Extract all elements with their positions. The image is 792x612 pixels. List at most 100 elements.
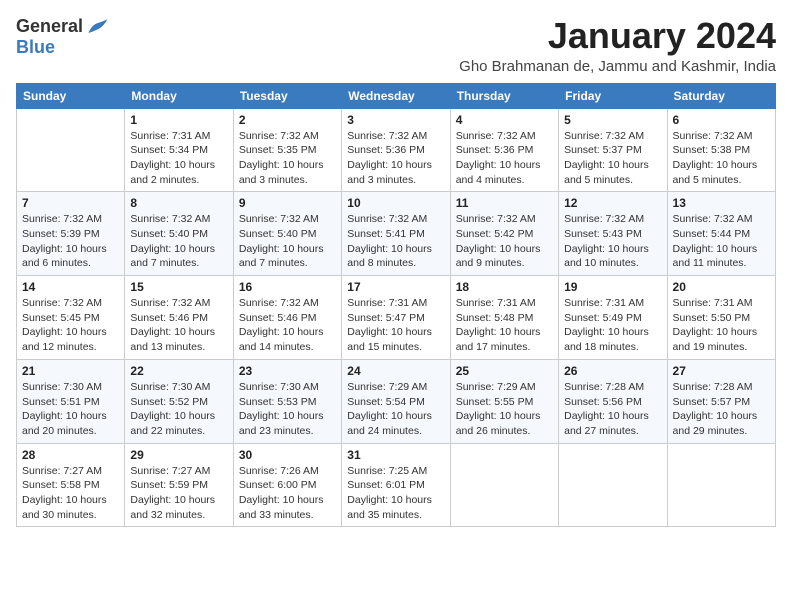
day-cell xyxy=(667,443,775,527)
day-cell: 17 Sunrise: 7:31 AM Sunset: 5:47 PM Dayli… xyxy=(342,276,450,360)
day-detail: Sunrise: 7:26 AM Sunset: 6:00 PM Dayligh… xyxy=(239,464,336,523)
day-cell: 1Sunrise: 7:31 AM Sunset: 5:34 PM Daylig… xyxy=(125,108,233,192)
day-detail: Sunrise: 7:25 AM Sunset: 6:01 PM Dayligh… xyxy=(347,464,444,523)
day-header-friday: Friday xyxy=(559,83,667,108)
day-cell: 14 Sunrise: 7:32 AM Sunset: 5:45 PM Dayli… xyxy=(17,276,125,360)
day-detail: Sunrise: 7:29 AM Sunset: 5:54 PM Dayligh… xyxy=(347,380,444,439)
day-cell xyxy=(559,443,667,527)
days-header-row: SundayMondayTuesdayWednesdayThursdayFrid… xyxy=(17,83,776,108)
day-number: 13 xyxy=(673,196,770,210)
day-detail: Sunrise: 7:32 AM Sunset: 5:38 PM Dayligh… xyxy=(673,129,770,188)
day-detail: Sunrise: 7:27 AM Sunset: 5:58 PM Dayligh… xyxy=(22,464,119,523)
day-cell: 22 Sunrise: 7:30 AM Sunset: 5:52 PM Dayli… xyxy=(125,359,233,443)
day-header-monday: Monday xyxy=(125,83,233,108)
day-detail: Sunrise: 7:32 AM Sunset: 5:46 PM Dayligh… xyxy=(130,296,227,355)
day-cell xyxy=(450,443,558,527)
day-cell: 15 Sunrise: 7:32 AM Sunset: 5:46 PM Dayli… xyxy=(125,276,233,360)
day-cell: 8 Sunrise: 7:32 AM Sunset: 5:40 PM Daylig… xyxy=(125,192,233,276)
day-number: 28 xyxy=(22,448,119,462)
day-detail: Sunrise: 7:32 AM Sunset: 5:39 PM Dayligh… xyxy=(22,212,119,271)
day-detail: Sunrise: 7:32 AM Sunset: 5:42 PM Dayligh… xyxy=(456,212,553,271)
day-number: 14 xyxy=(22,280,119,294)
day-cell: 7 Sunrise: 7:32 AM Sunset: 5:39 PM Daylig… xyxy=(17,192,125,276)
day-number: 19 xyxy=(564,280,661,294)
day-detail: Sunrise: 7:28 AM Sunset: 5:56 PM Dayligh… xyxy=(564,380,661,439)
day-cell: 27 Sunrise: 7:28 AM Sunset: 5:57 PM Dayli… xyxy=(667,359,775,443)
day-detail: Sunrise: 7:31 AM Sunset: 5:47 PM Dayligh… xyxy=(347,296,444,355)
day-number: 16 xyxy=(239,280,336,294)
day-cell: 29 Sunrise: 7:27 AM Sunset: 5:59 PM Dayli… xyxy=(125,443,233,527)
day-number: 29 xyxy=(130,448,227,462)
day-detail: Sunrise: 7:32 AM Sunset: 5:40 PM Dayligh… xyxy=(130,212,227,271)
day-cell: 20Sunrise: 7:31 AM Sunset: 5:50 PM Dayli… xyxy=(667,276,775,360)
day-number: 17 xyxy=(347,280,444,294)
day-number: 5 xyxy=(564,113,661,127)
day-detail: Sunrise: 7:31 AM Sunset: 5:49 PM Dayligh… xyxy=(564,296,661,355)
logo: General Blue xyxy=(16,16,109,58)
week-row-5: 28 Sunrise: 7:27 AM Sunset: 5:58 PM Dayli… xyxy=(17,443,776,527)
day-detail: Sunrise: 7:32 AM Sunset: 5:44 PM Dayligh… xyxy=(673,212,770,271)
day-cell: 11 Sunrise: 7:32 AM Sunset: 5:42 PM Dayli… xyxy=(450,192,558,276)
logo-general-text: General xyxy=(16,16,83,37)
day-cell: 9 Sunrise: 7:32 AM Sunset: 5:40 PM Daylig… xyxy=(233,192,341,276)
day-number: 22 xyxy=(130,364,227,378)
day-cell: 3Sunrise: 7:32 AM Sunset: 5:36 PM Daylig… xyxy=(342,108,450,192)
day-cell: 5Sunrise: 7:32 AM Sunset: 5:37 PM Daylig… xyxy=(559,108,667,192)
day-detail: Sunrise: 7:32 AM Sunset: 5:45 PM Dayligh… xyxy=(22,296,119,355)
day-detail: Sunrise: 7:32 AM Sunset: 5:40 PM Dayligh… xyxy=(239,212,336,271)
day-number: 7 xyxy=(22,196,119,210)
day-header-saturday: Saturday xyxy=(667,83,775,108)
week-row-2: 7 Sunrise: 7:32 AM Sunset: 5:39 PM Daylig… xyxy=(17,192,776,276)
day-number: 25 xyxy=(456,364,553,378)
day-detail: Sunrise: 7:31 AM Sunset: 5:48 PM Dayligh… xyxy=(456,296,553,355)
day-cell: 31 Sunrise: 7:25 AM Sunset: 6:01 PM Dayli… xyxy=(342,443,450,527)
day-number: 31 xyxy=(347,448,444,462)
day-detail: Sunrise: 7:29 AM Sunset: 5:55 PM Dayligh… xyxy=(456,380,553,439)
day-detail: Sunrise: 7:27 AM Sunset: 5:59 PM Dayligh… xyxy=(130,464,227,523)
day-cell: 2 Sunrise: 7:32 AM Sunset: 5:35 PM Daylig… xyxy=(233,108,341,192)
day-detail: Sunrise: 7:32 AM Sunset: 5:35 PM Dayligh… xyxy=(239,129,336,188)
day-cell: 30 Sunrise: 7:26 AM Sunset: 6:00 PM Dayli… xyxy=(233,443,341,527)
day-detail: Sunrise: 7:30 AM Sunset: 5:53 PM Dayligh… xyxy=(239,380,336,439)
calendar-table: SundayMondayTuesdayWednesdayThursdayFrid… xyxy=(16,83,776,528)
day-detail: Sunrise: 7:30 AM Sunset: 5:52 PM Dayligh… xyxy=(130,380,227,439)
day-number: 27 xyxy=(673,364,770,378)
title-area: January 2024 Gho Brahmanan de, Jammu and… xyxy=(459,16,776,75)
day-cell: 18Sunrise: 7:31 AM Sunset: 5:48 PM Dayli… xyxy=(450,276,558,360)
day-number: 4 xyxy=(456,113,553,127)
day-number: 23 xyxy=(239,364,336,378)
week-row-3: 14 Sunrise: 7:32 AM Sunset: 5:45 PM Dayli… xyxy=(17,276,776,360)
day-number: 9 xyxy=(239,196,336,210)
day-detail: Sunrise: 7:31 AM Sunset: 5:50 PM Dayligh… xyxy=(673,296,770,355)
day-header-sunday: Sunday xyxy=(17,83,125,108)
day-cell: 25 Sunrise: 7:29 AM Sunset: 5:55 PM Dayli… xyxy=(450,359,558,443)
day-number: 26 xyxy=(564,364,661,378)
week-row-4: 21Sunrise: 7:30 AM Sunset: 5:51 PM Dayli… xyxy=(17,359,776,443)
day-detail: Sunrise: 7:32 AM Sunset: 5:43 PM Dayligh… xyxy=(564,212,661,271)
day-number: 30 xyxy=(239,448,336,462)
header: General Blue January 2024 Gho Brahmanan … xyxy=(16,16,776,75)
logo-blue-text: Blue xyxy=(16,37,55,58)
day-number: 12 xyxy=(564,196,661,210)
day-number: 10 xyxy=(347,196,444,210)
day-number: 24 xyxy=(347,364,444,378)
day-detail: Sunrise: 7:32 AM Sunset: 5:41 PM Dayligh… xyxy=(347,212,444,271)
day-cell: 23 Sunrise: 7:30 AM Sunset: 5:53 PM Dayli… xyxy=(233,359,341,443)
day-detail: Sunrise: 7:32 AM Sunset: 5:36 PM Dayligh… xyxy=(456,129,553,188)
day-detail: Sunrise: 7:32 AM Sunset: 5:46 PM Dayligh… xyxy=(239,296,336,355)
day-cell: 19 Sunrise: 7:31 AM Sunset: 5:49 PM Dayli… xyxy=(559,276,667,360)
day-header-tuesday: Tuesday xyxy=(233,83,341,108)
day-detail: Sunrise: 7:28 AM Sunset: 5:57 PM Dayligh… xyxy=(673,380,770,439)
day-number: 2 xyxy=(239,113,336,127)
day-number: 15 xyxy=(130,280,227,294)
calendar-subtitle: Gho Brahmanan de, Jammu and Kashmir, Ind… xyxy=(459,58,776,75)
day-cell: 28 Sunrise: 7:27 AM Sunset: 5:58 PM Dayli… xyxy=(17,443,125,527)
day-number: 1 xyxy=(130,113,227,127)
day-number: 11 xyxy=(456,196,553,210)
day-cell: 16 Sunrise: 7:32 AM Sunset: 5:46 PM Dayli… xyxy=(233,276,341,360)
day-number: 8 xyxy=(130,196,227,210)
day-detail: Sunrise: 7:30 AM Sunset: 5:51 PM Dayligh… xyxy=(22,380,119,439)
day-header-thursday: Thursday xyxy=(450,83,558,108)
day-number: 3 xyxy=(347,113,444,127)
day-number: 6 xyxy=(673,113,770,127)
